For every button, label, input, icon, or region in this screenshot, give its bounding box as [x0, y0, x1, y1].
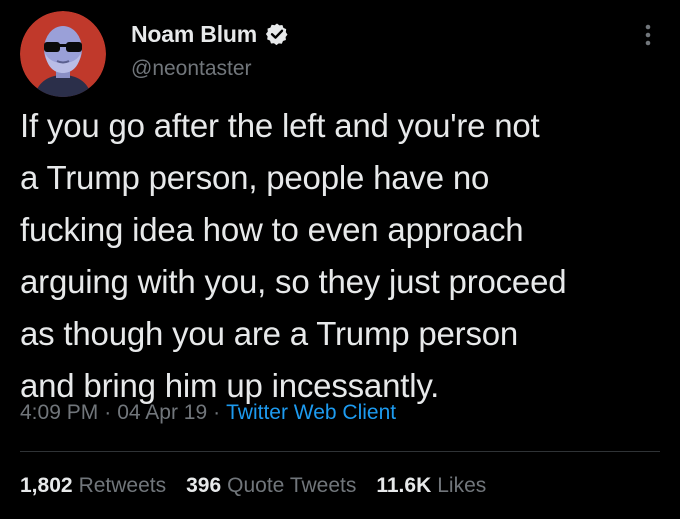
tweet-text-line: arguing with you, so they just proceed	[20, 263, 567, 300]
avatar-sunglasses-icon	[20, 11, 106, 97]
meta-separator: ·	[213, 401, 221, 424]
likes-stat[interactable]: 11.6K Likes	[376, 474, 486, 498]
retweets-stat[interactable]: 1,802 Retweets	[20, 474, 166, 498]
author-display-name[interactable]: Noam Blum	[131, 21, 257, 48]
avatar[interactable]	[20, 11, 106, 97]
author-name-row: Noam Blum	[131, 18, 289, 50]
quote-tweets-label: Quote Tweets	[227, 474, 357, 497]
more-vertical-icon[interactable]	[638, 20, 658, 50]
tweet-time[interactable]: 4:09 PM	[20, 401, 98, 425]
quote-tweets-count: 396	[186, 474, 222, 497]
tweet-text: If you go after the left and you're not …	[20, 100, 670, 412]
tweet-text-line: a Trump person, people have no	[20, 159, 490, 196]
tweet-stats: 1,802 Retweets 396 Quote Tweets 11.6K Li…	[20, 470, 506, 502]
tweet-meta: 4:09 PM · 04 Apr 19 · Twitter Web Client	[20, 397, 396, 429]
author-handle[interactable]: @neontaster	[131, 57, 252, 81]
meta-separator: ·	[104, 401, 112, 424]
retweets-count: 1,802	[20, 474, 73, 497]
likes-label: Likes	[437, 474, 487, 497]
retweets-label: Retweets	[78, 474, 167, 497]
tweet-client-link[interactable]: Twitter Web Client	[226, 401, 396, 425]
likes-count: 11.6K	[376, 474, 432, 497]
tweet-text-line: If you go after the left and you're not	[20, 107, 540, 144]
tweet-date[interactable]: 04 Apr 19	[117, 401, 207, 425]
quote-tweets-stat[interactable]: 396 Quote Tweets	[186, 474, 356, 498]
tweet-text-line: as though you are a Trump person	[20, 315, 519, 352]
verified-badge-icon	[265, 22, 289, 46]
tweet-text-line: fucking idea how to even approach	[20, 211, 524, 248]
divider	[20, 451, 660, 452]
